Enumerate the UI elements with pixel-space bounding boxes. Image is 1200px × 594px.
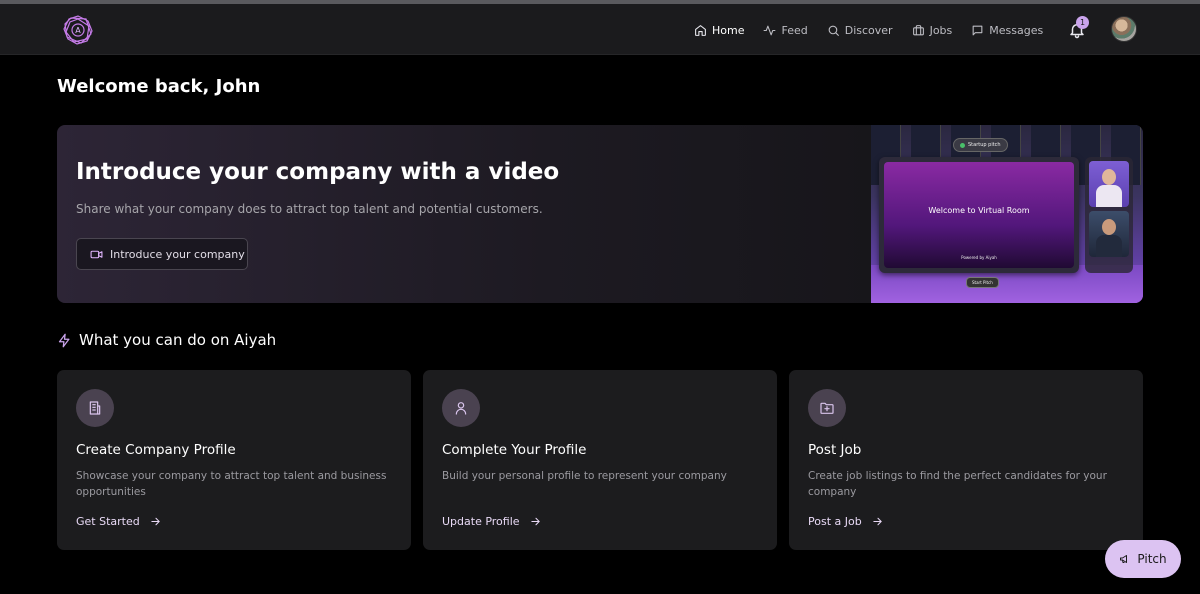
lightning-icon bbox=[58, 333, 70, 347]
preview-participants-panel bbox=[1085, 157, 1133, 273]
feature-card-personal-profile: Complete Your Profile Build your persona… bbox=[423, 370, 777, 550]
update-profile-label: Update Profile bbox=[442, 515, 520, 528]
aiyah-logo[interactable]: A bbox=[62, 14, 94, 46]
post-a-job-label: Post a Job bbox=[808, 515, 862, 528]
activity-icon bbox=[764, 25, 776, 35]
get-started-label: Get Started bbox=[76, 515, 140, 528]
feature-card-title: Post Job bbox=[808, 442, 862, 458]
update-profile-link[interactable]: Update Profile bbox=[442, 515, 541, 528]
nav-jobs[interactable]: Jobs bbox=[912, 23, 953, 37]
nav-feed[interactable]: Feed bbox=[763, 23, 808, 37]
participant-thumbnail bbox=[1089, 211, 1129, 257]
message-icon bbox=[972, 25, 983, 35]
virtual-room-preview-image: Startup pitch Welcome to Virtual Room Po… bbox=[871, 125, 1143, 303]
main-nav: Home Feed Discover Jobs Messages bbox=[694, 21, 1062, 39]
banner-title: Introduce your company with a video bbox=[76, 159, 560, 185]
user-icon bbox=[442, 389, 480, 427]
get-started-link[interactable]: Get Started bbox=[76, 515, 161, 528]
intro-video-banner: Introduce your company with a video Shar… bbox=[57, 125, 1143, 303]
preview-screen: Welcome to Virtual Room Powered by Aiyah bbox=[879, 157, 1079, 273]
participant-thumbnail bbox=[1089, 161, 1129, 207]
nav-home[interactable]: Home bbox=[694, 24, 744, 37]
search-icon bbox=[828, 25, 839, 36]
arrow-right-icon bbox=[530, 517, 540, 526]
feature-card-title: Create Company Profile bbox=[76, 442, 236, 458]
arrow-right-icon bbox=[873, 517, 882, 526]
feature-card-description: Build your personal profile to represent… bbox=[442, 470, 727, 482]
features-section-heading: What you can do on Aiyah bbox=[57, 331, 276, 349]
arrow-right-icon bbox=[151, 517, 160, 526]
nav-home-label: Home bbox=[712, 23, 745, 37]
preview-screen-title: Welcome to Virtual Room bbox=[928, 206, 1030, 215]
introduce-company-label: Introduce your company bbox=[110, 247, 245, 261]
briefcase-icon bbox=[912, 24, 924, 35]
megaphone-icon bbox=[1120, 555, 1128, 563]
home-icon bbox=[695, 24, 706, 36]
preview-screen-footer: Powered by Aiyah bbox=[961, 255, 997, 260]
top-navbar: A Home Feed Discover Jobs Messages 1 bbox=[0, 4, 1200, 55]
nav-feed-label: Feed bbox=[781, 23, 808, 37]
nav-discover-label: Discover bbox=[844, 23, 893, 37]
svg-text:A: A bbox=[75, 26, 81, 35]
nav-discover[interactable]: Discover bbox=[827, 24, 893, 37]
preview-pill: Startup pitch bbox=[953, 138, 1008, 152]
welcome-heading: Welcome back, John bbox=[57, 76, 261, 97]
folder-plus-icon bbox=[808, 389, 846, 427]
video-icon bbox=[90, 250, 103, 258]
feature-card-title: Complete Your Profile bbox=[442, 442, 587, 458]
nav-messages-label: Messages bbox=[989, 23, 1044, 37]
feature-card-description: Create job listings to find the perfect … bbox=[808, 470, 1107, 498]
nav-messages[interactable]: Messages bbox=[971, 24, 1043, 37]
preview-pill-label: Startup pitch bbox=[968, 142, 1001, 148]
preview-start-label: Start Pitch bbox=[966, 277, 999, 288]
pitch-label: Pitch bbox=[1137, 552, 1167, 566]
notification-badge: 1 bbox=[1076, 16, 1089, 29]
feature-card-company-profile: Create Company Profile Showcase your com… bbox=[57, 370, 411, 550]
post-a-job-link[interactable]: Post a Job bbox=[808, 515, 883, 528]
features-section-title: What you can do on Aiyah bbox=[79, 331, 277, 349]
user-avatar[interactable] bbox=[1111, 16, 1137, 42]
nav-jobs-label: Jobs bbox=[929, 23, 953, 37]
banner-subtitle: Share what your company does to attract … bbox=[76, 202, 543, 216]
building-icon bbox=[76, 389, 114, 427]
feature-card-post-job: Post Job Create job listings to find the… bbox=[789, 370, 1143, 550]
introduce-company-button[interactable]: Introduce your company bbox=[76, 238, 248, 270]
pitch-button[interactable]: Pitch bbox=[1105, 540, 1181, 578]
feature-card-description: Showcase your company to attract top tal… bbox=[76, 470, 387, 498]
